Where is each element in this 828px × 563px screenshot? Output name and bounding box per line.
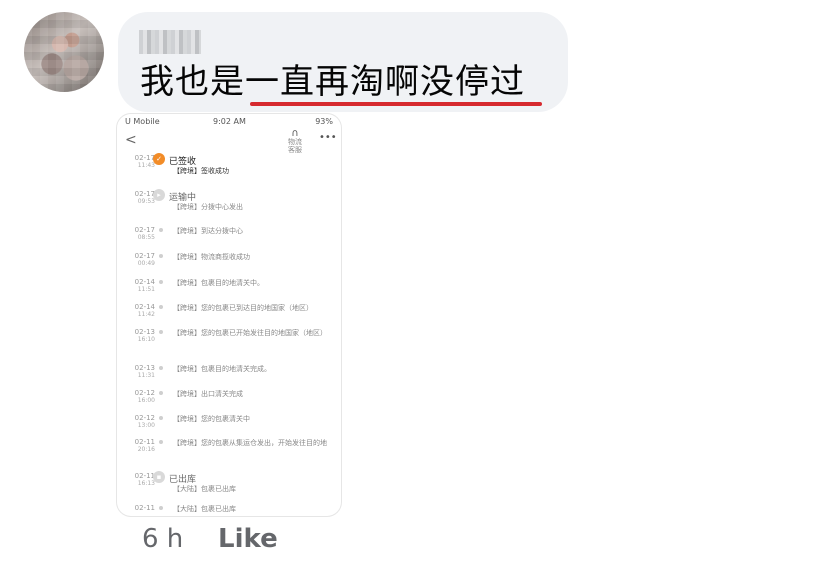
event-time: 16:00 bbox=[137, 397, 155, 404]
warehouse-icon: ▪ bbox=[153, 471, 165, 483]
event-time: 20:16 bbox=[137, 446, 155, 453]
battery-level: 93% bbox=[315, 117, 333, 126]
event-desc: 【跨境】包裹目的地清关完成。 bbox=[173, 365, 271, 373]
event-desc: 【跨境】分拨中心发出 bbox=[173, 203, 243, 211]
event-date: 02-17 bbox=[134, 154, 155, 162]
event-time: 16:13 bbox=[137, 480, 155, 487]
event-date: 02-14 bbox=[134, 278, 155, 286]
headset-icon: ∩ bbox=[291, 128, 299, 139]
timeline-dot bbox=[159, 416, 163, 420]
event-time: 13:00 bbox=[137, 422, 155, 429]
event-date: 02-11 bbox=[134, 504, 155, 512]
like-button[interactable]: Like bbox=[218, 524, 278, 554]
event-time: 11:31 bbox=[137, 372, 155, 379]
truck-icon: ▸ bbox=[153, 189, 165, 201]
timeline-dot bbox=[159, 280, 163, 284]
timeline-dot bbox=[159, 228, 163, 232]
event-time: 16:10 bbox=[137, 336, 155, 343]
event-desc: 【跨境】包裹目的地清关中。 bbox=[173, 279, 264, 287]
event-desc: 【大陆】包裹已出库 bbox=[173, 485, 236, 493]
event-time: 09:53 bbox=[137, 198, 155, 205]
timeline-dot bbox=[159, 391, 163, 395]
event-desc: 【跨境】您的包裹已开始发往目的地国家（地区） bbox=[173, 329, 327, 337]
event-date: 02-17 bbox=[134, 226, 155, 234]
event-desc: 【跨境】您的包裹清关中 bbox=[173, 415, 250, 423]
event-time: 11:43 bbox=[137, 162, 155, 169]
red-underline-annotation bbox=[250, 102, 542, 106]
event-desc: 【跨境】您的包裹已到达目的地国家（地区） bbox=[173, 304, 313, 312]
event-desc: 【跨境】出口清关完成 bbox=[173, 390, 243, 398]
event-date: 02-12 bbox=[134, 389, 155, 397]
logistics-service: ∩ 物流客服 bbox=[285, 128, 305, 155]
event-time: 00:49 bbox=[137, 260, 155, 267]
event-desc: 【跨境】到达分拨中心 bbox=[173, 227, 243, 235]
commenter-name-redacted[interactable] bbox=[139, 30, 201, 54]
event-desc: 【大陆】包裹已出库 bbox=[173, 505, 236, 513]
more-icon: ••• bbox=[319, 132, 337, 143]
event-date: 02-11 bbox=[134, 438, 155, 446]
event-desc: 【跨境】您的包裹从集运仓发出，开始发往目的地 bbox=[173, 439, 327, 447]
event-date: 02-17 bbox=[134, 190, 155, 198]
event-time: 11:51 bbox=[137, 286, 155, 293]
chevron-left-icon: < bbox=[125, 132, 137, 148]
event-desc: 【跨境】物流商揽收成功 bbox=[173, 253, 250, 261]
event-date: 02-17 bbox=[134, 252, 155, 260]
check-icon: ✓ bbox=[153, 153, 165, 165]
service-label: 物流客服 bbox=[288, 138, 302, 154]
comment-timestamp: 6 h bbox=[142, 524, 184, 554]
status-bar: U Mobile 9:02 AM 93% bbox=[117, 114, 341, 130]
attached-screenshot[interactable]: U Mobile 9:02 AM 93% < ∩ 物流客服 ••• 02-17 11… bbox=[117, 114, 341, 516]
timeline-dot bbox=[159, 366, 163, 370]
event-date: 02-12 bbox=[134, 414, 155, 422]
event-time: 11:42 bbox=[137, 311, 155, 318]
event-time: 08:55 bbox=[137, 234, 155, 241]
timeline-dot bbox=[159, 254, 163, 258]
timeline-dot bbox=[159, 506, 163, 510]
commenter-avatar[interactable] bbox=[24, 12, 104, 92]
timeline-dot bbox=[159, 330, 163, 334]
status-time: 9:02 AM bbox=[213, 117, 246, 126]
event-date: 02-14 bbox=[134, 303, 155, 311]
comment-text: 我也是一直再淘啊没停过 bbox=[140, 62, 525, 102]
event-desc: 【跨境】签收成功 bbox=[173, 167, 229, 175]
timeline-dot bbox=[159, 305, 163, 309]
event-date: 02-13 bbox=[134, 328, 155, 336]
event-date: 02-13 bbox=[134, 364, 155, 372]
timeline-dot bbox=[159, 440, 163, 444]
event-date: 02-11 bbox=[134, 472, 155, 480]
carrier-label: U Mobile bbox=[125, 117, 160, 126]
screenshot-nav-bar: < ∩ 物流客服 ••• bbox=[117, 128, 341, 155]
